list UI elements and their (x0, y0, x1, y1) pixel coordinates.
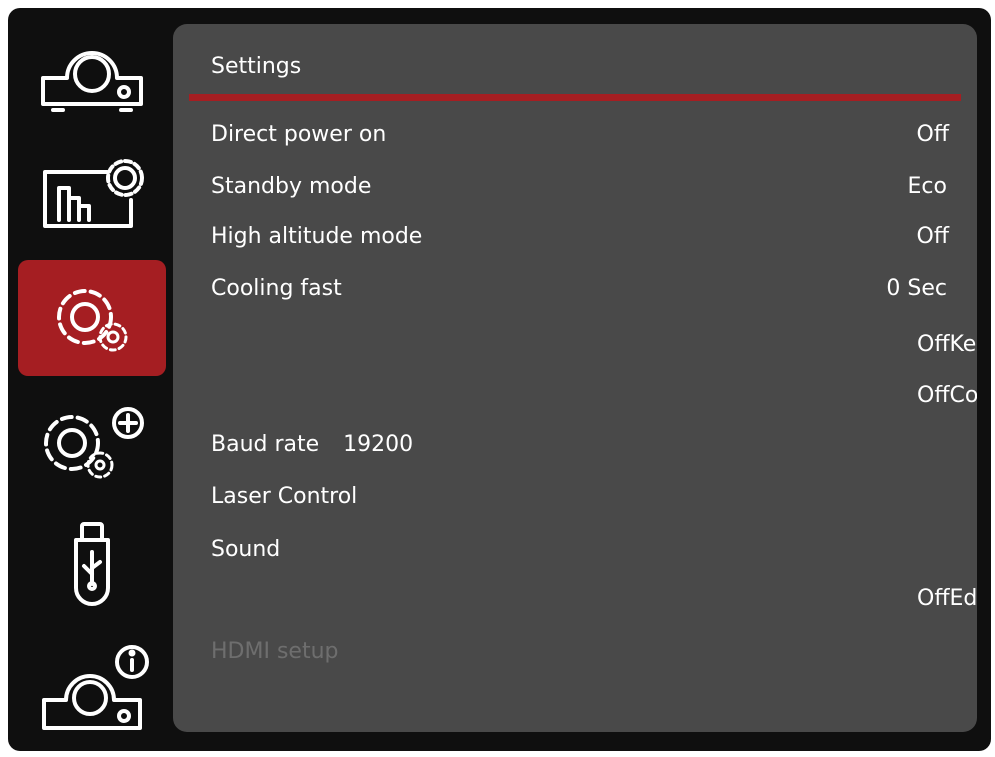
usb-icon (62, 518, 122, 608)
projector-icon (37, 38, 147, 118)
menu-row-direct-power-on[interactable]: Direct power on (211, 122, 386, 158)
menu-row-standby-mode[interactable]: Standby mode (211, 174, 371, 210)
menu-row-sound[interactable]: Sound (211, 537, 280, 573)
menu-row-label: High altitude mode (211, 224, 423, 249)
standby-mode-value: Eco (907, 174, 947, 199)
settings-panel: Settings Direct power on Standby mode Hi… (173, 24, 977, 732)
cooling-fast-value: 0 Sec (886, 276, 947, 301)
menu-row-label: Cooling fast (211, 276, 342, 301)
projector-info-icon (32, 640, 152, 740)
sidebar-item-usb[interactable] (18, 505, 166, 621)
menu-row-label: Direct power on (211, 122, 387, 147)
menu-row-label: Sound (211, 537, 281, 562)
sidebar-item-display[interactable] (18, 136, 166, 252)
advanced-settings-icon (32, 395, 152, 485)
high-altitude-mode-value: Off (916, 224, 949, 249)
menu-row-cooling-fast[interactable]: Cooling fast (211, 276, 342, 312)
menu-row-hdmi-setup: HDMI setup (211, 639, 338, 675)
menu-row-label: Standby mode (211, 174, 372, 199)
offedge-value: OffEdge (917, 586, 977, 611)
page-title: Settings (211, 54, 302, 79)
sidebar-item-info[interactable] (18, 632, 166, 748)
baud-rate-value: 19200 (343, 432, 414, 457)
sidebar-item-advanced[interactable] (18, 382, 166, 498)
sidebar-item-projector[interactable] (18, 20, 166, 136)
offkey-value: OffKey (917, 332, 977, 357)
menu-row-label: Baud rate (211, 432, 320, 457)
menu-row-baud-rate[interactable]: Baud rate 19200 (211, 432, 413, 468)
display-settings-icon (37, 154, 147, 234)
settings-gears-icon (37, 273, 147, 363)
menu-row-high-altitude-mode[interactable]: High altitude mode (211, 224, 422, 260)
sidebar-item-settings[interactable] (18, 260, 166, 376)
offcon-value: OffCon (917, 383, 977, 408)
title-underline (189, 94, 961, 101)
menu-row-label: HDMI setup (211, 639, 339, 664)
menu-row-label: Laser Control (211, 484, 358, 509)
direct-power-on-value: Off (916, 122, 949, 147)
menu-row-laser-control[interactable]: Laser Control (211, 484, 357, 520)
